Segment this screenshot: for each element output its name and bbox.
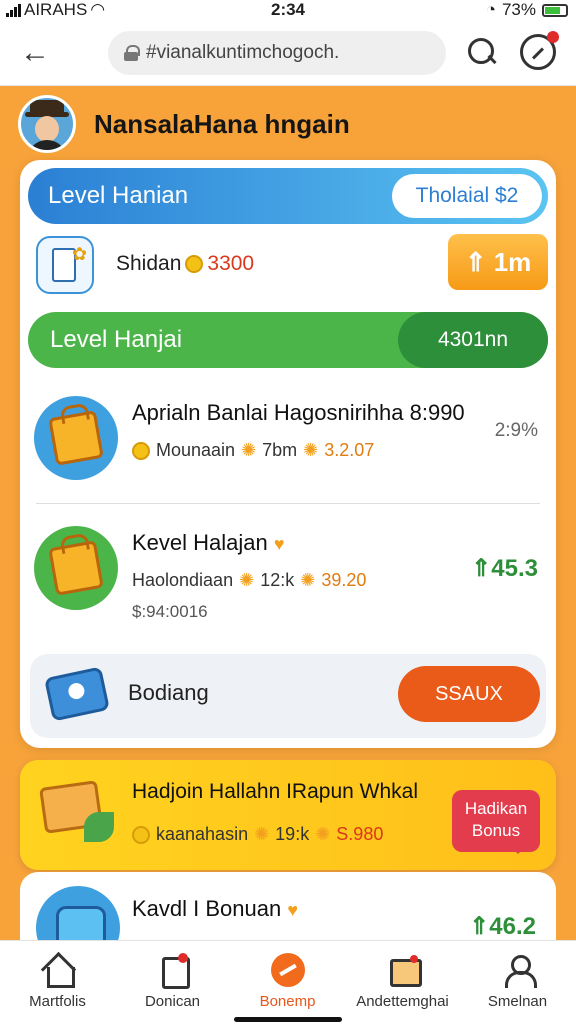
coin-icon (132, 441, 150, 460)
level-banner-green[interactable]: Level Hanjai 4301nn (28, 312, 548, 368)
reward-name: Shidan (116, 252, 182, 275)
bottom-row: Bodiang SSAUX (30, 654, 546, 738)
level-banner-pill[interactable]: Tholaial $2 (392, 174, 542, 218)
list-item[interactable]: Kevel Halajan ♥ Haolondiaan ✺ 12:k ✺ 39.… (34, 520, 542, 621)
level-banner-green-label: Level Hanjai (50, 326, 183, 353)
level-banner-green-pill[interactable]: 4301nn (398, 312, 548, 368)
item-sub3: 3.2.07 (324, 440, 375, 460)
reward-row: Shidan 3300 ⇑ 1m (36, 230, 548, 300)
status-right: ◔ 73% (486, 0, 568, 20)
item-stats: Mounaain ✺ 7bm ✺ 3.2.07 (132, 440, 374, 461)
item-extra: $:94:0016 (132, 602, 208, 621)
promo-sub1: kaanahasin (156, 824, 249, 844)
alarm-icon: ◔ (485, 0, 496, 19)
search-icon[interactable] (464, 34, 500, 70)
sun-icon: ✺ (254, 824, 270, 844)
coin-icon (185, 255, 204, 273)
bottom-tab-bar: Martfolis Donican Bonemp Andettemghai Sm… (0, 940, 576, 1024)
item-sub2: 7bm (262, 440, 298, 460)
payment-card-icon (44, 666, 110, 722)
list-item[interactable]: Aprialn Banlai Hagosnirihha 8:990 Mounaa… (34, 390, 542, 490)
item-sub1: Mounaain (156, 440, 236, 460)
divider (36, 503, 540, 504)
item-value: ⇑46.2 (469, 913, 536, 940)
home-icon (41, 953, 75, 988)
item-sub3: 39.20 (321, 570, 367, 590)
reward-label: Shidan 3300 (116, 252, 254, 276)
compass-icon[interactable] (520, 31, 559, 70)
reward-button-label: 1m (493, 246, 532, 277)
tab-home[interactable]: Martfolis (0, 949, 115, 1021)
sun-icon: ✺ (300, 570, 316, 590)
url-field[interactable]: #vianalkuntimchogoch. (108, 31, 446, 75)
heart-icon: ♥ (287, 900, 299, 920)
coin-icon (132, 825, 150, 844)
tab-documents[interactable]: Donican (115, 949, 230, 1021)
tab-profile[interactable]: Smelnan (460, 949, 575, 1021)
shopping-bag-icon (34, 396, 118, 480)
item-stats: Haolondiaan ✺ 12:k ✺ 39.20 (132, 570, 366, 591)
promo-card[interactable]: Hadjoin Hallahn IRapun Whkal kaanahasin … (20, 760, 556, 870)
browser-toolbar: ← #vianalkuntimchogoch. (0, 22, 576, 86)
promo-stats: kaanahasin ✺ 19:k ✺ S.980 (132, 824, 383, 845)
url-text: #vianalkuntimchogoch. (146, 42, 340, 63)
level-banner-label: Level Hanian (48, 182, 189, 209)
item-value-text: 45.3 (491, 555, 538, 582)
avatar[interactable] (18, 95, 76, 153)
user-icon (501, 953, 537, 988)
sun-icon: ✺ (303, 440, 319, 460)
document-icon (156, 953, 190, 989)
back-arrow-icon[interactable]: ← (20, 36, 56, 72)
sun-icon: ✺ (241, 440, 257, 460)
action-button[interactable]: SSAUX (398, 666, 540, 722)
item-title-text: Kavdl I Bonuan (132, 896, 282, 921)
task-list-icon (36, 236, 94, 294)
tab-label: Martfolis (29, 993, 86, 1010)
tab-label: Bonemp (259, 993, 316, 1010)
tab-label: Smelnan (487, 993, 548, 1010)
notification-dot (547, 31, 559, 43)
bottom-label: Bodiang (128, 680, 209, 705)
heart-icon: ♥ (273, 534, 285, 554)
home-indicator (234, 1017, 342, 1022)
map-icon (386, 953, 422, 987)
item-title: Kavdl I Bonuan ♥ (132, 896, 298, 922)
tab-bonus[interactable]: Bonemp (230, 949, 345, 1021)
item-title: Kevel Halajan ♥ (132, 530, 285, 556)
sun-icon: ✺ (315, 824, 331, 844)
item-title-text: Kevel Halajan (132, 530, 268, 555)
tab-label: Andettemghai (356, 993, 449, 1010)
promo-title: Hadjoin Hallahn IRapun Whkal (132, 780, 418, 803)
bonus-badge[interactable]: Hadikan Bonus (452, 790, 540, 854)
promo-sub2: 19:k (275, 824, 310, 844)
battery-icon (542, 3, 568, 17)
gift-box-icon (34, 774, 124, 854)
reward-value: 3300 (207, 252, 255, 275)
level-card: Level Hanian Tholaial $2 Shidan 3300 ⇑ 1… (20, 160, 556, 748)
sun-icon: ✺ (239, 570, 255, 590)
item-value: ⇑45.3 (471, 555, 538, 582)
tab-label: Donican (144, 993, 201, 1010)
page-title: NansalaHana hngain (94, 108, 350, 139)
item-value-text: 46.2 (489, 913, 536, 940)
level-banner-blue[interactable]: Level Hanian Tholaial $2 (28, 168, 548, 224)
reward-button[interactable]: ⇑ 1m (448, 234, 548, 290)
gift-bag-icon (34, 526, 118, 610)
tab-map[interactable]: Andettemghai (345, 949, 460, 1021)
item-percent: 2:9% (494, 420, 538, 441)
page-header: NansalaHana hngain (18, 94, 558, 154)
status-bar: AIRAHS ◠ 2:34 ◔ 73% (0, 0, 576, 22)
lock-icon (124, 45, 140, 61)
item-title: Aprialn Banlai Hagosnirihha 8:990 (132, 400, 465, 425)
bonus-icon (270, 953, 305, 987)
item-sub1: Haolondiaan (132, 570, 234, 590)
promo-sub3: S.980 (336, 824, 384, 844)
item-sub2: 12:k (260, 570, 295, 590)
battery-label: 73% (501, 0, 536, 19)
